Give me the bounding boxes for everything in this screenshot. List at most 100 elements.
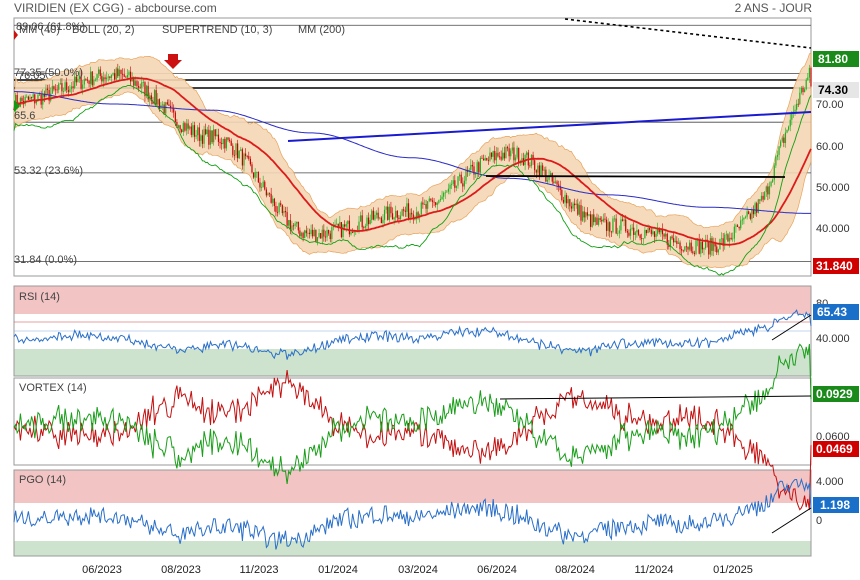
price-tick-50: 50.000 bbox=[816, 182, 850, 194]
candle-body bbox=[115, 68, 117, 80]
candle-body bbox=[609, 222, 611, 232]
candle-body bbox=[99, 69, 101, 76]
x-label: 08/2024 bbox=[555, 564, 595, 576]
pgo-overbought-zone bbox=[14, 470, 811, 503]
candle-body bbox=[390, 206, 392, 214]
candle-body bbox=[427, 201, 429, 209]
candle-body bbox=[574, 203, 576, 206]
candle-body bbox=[506, 147, 509, 149]
x-label: 01/2025 bbox=[713, 564, 753, 576]
candle-body bbox=[174, 112, 176, 122]
candle-body bbox=[647, 227, 649, 234]
candle-body bbox=[441, 196, 443, 200]
candle-body bbox=[62, 91, 65, 93]
candle-body bbox=[139, 87, 141, 89]
candle-body bbox=[209, 130, 212, 145]
candle-body bbox=[605, 219, 608, 231]
candle-body bbox=[206, 129, 208, 135]
candle-body bbox=[455, 185, 458, 188]
candle-body bbox=[106, 77, 108, 80]
candle-body bbox=[698, 239, 700, 254]
candle-body bbox=[388, 206, 390, 220]
candle-body bbox=[452, 180, 454, 185]
x-label: 03/2024 bbox=[398, 564, 438, 576]
candle-body bbox=[760, 195, 763, 201]
candle-body bbox=[315, 229, 317, 242]
candle-body bbox=[735, 225, 737, 227]
candle-body bbox=[786, 129, 788, 133]
candle-body bbox=[134, 81, 136, 86]
candle-body bbox=[122, 73, 124, 75]
candle-body bbox=[224, 138, 226, 149]
candle-body bbox=[741, 219, 743, 221]
candle-body bbox=[633, 227, 635, 235]
candle-body bbox=[546, 179, 549, 182]
candle-body bbox=[193, 125, 196, 137]
candle-body bbox=[639, 234, 641, 239]
candle-body bbox=[198, 127, 200, 141]
candle-body bbox=[602, 218, 604, 222]
candle-body bbox=[645, 229, 648, 234]
candle-body bbox=[628, 232, 630, 236]
candle-body bbox=[740, 220, 742, 229]
candle-body bbox=[399, 215, 402, 220]
candle-body bbox=[676, 240, 678, 244]
candle-body bbox=[280, 203, 282, 206]
candle-body bbox=[623, 219, 625, 221]
candle-body bbox=[26, 96, 28, 98]
candle-body bbox=[395, 210, 397, 218]
candle-body bbox=[237, 143, 239, 159]
candle-body bbox=[449, 184, 451, 189]
candle-body bbox=[329, 233, 331, 240]
candle-body bbox=[187, 123, 189, 129]
candle-body bbox=[653, 231, 656, 237]
candle-body bbox=[107, 76, 109, 78]
candle-body bbox=[230, 140, 232, 146]
candle-body bbox=[564, 195, 566, 203]
pgo-oversold-zone bbox=[14, 541, 811, 556]
candle-body bbox=[137, 86, 140, 88]
legend-mm200: MM (200) bbox=[298, 24, 345, 36]
candle-body bbox=[331, 227, 333, 240]
candle-body bbox=[123, 74, 125, 77]
candle-body bbox=[326, 230, 328, 238]
candle-body bbox=[54, 89, 57, 91]
x-label: 06/2024 bbox=[477, 564, 517, 576]
candle-body bbox=[775, 156, 777, 166]
candle-body bbox=[350, 232, 352, 235]
candle-body bbox=[617, 233, 619, 235]
candle-body bbox=[730, 237, 732, 240]
candle-body bbox=[58, 83, 60, 90]
candle-body bbox=[302, 232, 304, 239]
trendline-support bbox=[485, 175, 786, 178]
candle-body bbox=[86, 79, 89, 81]
candle-body bbox=[53, 86, 55, 90]
candle-body bbox=[505, 147, 507, 159]
candle-body bbox=[572, 203, 574, 209]
candle-body bbox=[281, 205, 283, 214]
candle-body bbox=[90, 71, 92, 84]
candle-body bbox=[551, 173, 553, 182]
candle-body bbox=[498, 156, 501, 158]
candle-body bbox=[284, 211, 287, 213]
candle-body bbox=[478, 162, 480, 173]
candle-body bbox=[27, 96, 29, 100]
candle-body bbox=[283, 211, 285, 214]
candle-body bbox=[693, 252, 696, 254]
candle-body bbox=[83, 79, 85, 85]
price-tick-40: 40.000 bbox=[816, 223, 850, 235]
candle-body bbox=[98, 69, 100, 75]
candle-body bbox=[805, 79, 807, 90]
candle-body bbox=[604, 218, 606, 220]
candle-body bbox=[286, 212, 288, 226]
candle-body bbox=[665, 233, 667, 237]
candle-body bbox=[240, 149, 242, 151]
candle-body bbox=[313, 229, 315, 237]
candle-body bbox=[768, 186, 771, 195]
candle-body bbox=[641, 238, 643, 239]
candle-body bbox=[310, 229, 312, 234]
candle-body bbox=[67, 89, 69, 93]
candle-body bbox=[732, 238, 734, 240]
candle-body bbox=[689, 242, 691, 250]
candle-body bbox=[214, 129, 216, 137]
